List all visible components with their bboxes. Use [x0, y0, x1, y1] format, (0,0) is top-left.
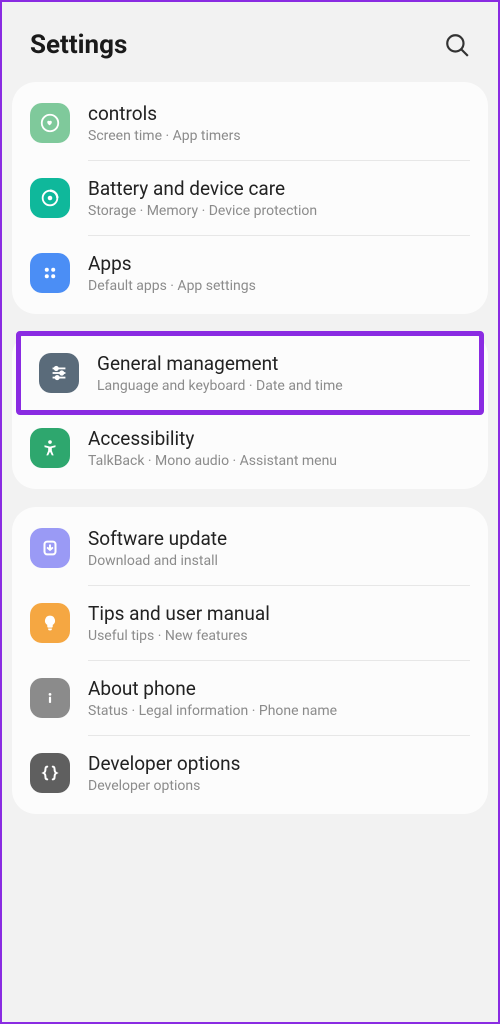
settings-item-tips[interactable]: Tips and user manual Useful tips · New f… — [12, 586, 488, 660]
item-text: About phone Status · Legal information ·… — [88, 677, 470, 719]
item-title: Accessibility — [88, 427, 470, 450]
device-care-icon — [30, 178, 70, 218]
item-subtitle: Useful tips · New features — [88, 628, 470, 644]
info-icon — [30, 678, 70, 718]
item-subtitle: Developer options — [88, 778, 470, 794]
settings-group: Software update Download and install Tip… — [12, 507, 488, 814]
item-title: Tips and user manual — [88, 602, 470, 625]
download-icon — [30, 528, 70, 568]
item-title: Software update — [88, 527, 470, 550]
item-text: General management Language and keyboard… — [97, 352, 461, 394]
accessibility-icon — [30, 428, 70, 468]
item-title: controls — [88, 102, 470, 125]
heart-shield-icon — [30, 103, 70, 143]
item-title: Battery and device care — [88, 177, 470, 200]
item-text: Tips and user manual Useful tips · New f… — [88, 602, 470, 644]
code-braces-icon — [30, 753, 70, 793]
item-title: Developer options — [88, 752, 470, 775]
page-title: Settings — [30, 30, 127, 60]
item-subtitle: Default apps · App settings — [88, 278, 470, 294]
settings-item-battery[interactable]: Battery and device care Storage · Memory… — [12, 161, 488, 235]
settings-group: controls Screen time · App timers Batter… — [12, 82, 488, 314]
settings-item-accessibility[interactable]: Accessibility TalkBack · Mono audio · As… — [12, 411, 488, 485]
item-text: Developer options Developer options — [88, 752, 470, 794]
item-title: General management — [97, 352, 461, 375]
settings-item-controls[interactable]: controls Screen time · App timers — [12, 86, 488, 160]
item-text: Apps Default apps · App settings — [88, 252, 470, 294]
settings-item-general-management[interactable]: General management Language and keyboard… — [16, 331, 484, 415]
settings-item-developer-options[interactable]: Developer options Developer options — [12, 736, 488, 810]
search-icon[interactable] — [444, 32, 470, 58]
item-subtitle: Language and keyboard · Date and time — [97, 378, 461, 394]
header: Settings — [2, 2, 498, 82]
item-subtitle: Download and install — [88, 553, 470, 569]
lightbulb-icon — [30, 603, 70, 643]
item-subtitle: Screen time · App timers — [88, 128, 470, 144]
item-text: Software update Download and install — [88, 527, 470, 569]
settings-item-about-phone[interactable]: About phone Status · Legal information ·… — [12, 661, 488, 735]
item-title: About phone — [88, 677, 470, 700]
apps-icon — [30, 253, 70, 293]
settings-item-apps[interactable]: Apps Default apps · App settings — [12, 236, 488, 310]
item-text: Battery and device care Storage · Memory… — [88, 177, 470, 219]
item-text: controls Screen time · App timers — [88, 102, 470, 144]
item-title: Apps — [88, 252, 470, 275]
item-subtitle: TalkBack · Mono audio · Assistant menu — [88, 453, 470, 469]
item-subtitle: Status · Legal information · Phone name — [88, 703, 470, 719]
item-text: Accessibility TalkBack · Mono audio · As… — [88, 427, 470, 469]
item-subtitle: Storage · Memory · Device protection — [88, 203, 470, 219]
settings-item-software-update[interactable]: Software update Download and install — [12, 511, 488, 585]
sliders-icon — [39, 353, 79, 393]
settings-group: General management Language and keyboard… — [12, 332, 488, 489]
